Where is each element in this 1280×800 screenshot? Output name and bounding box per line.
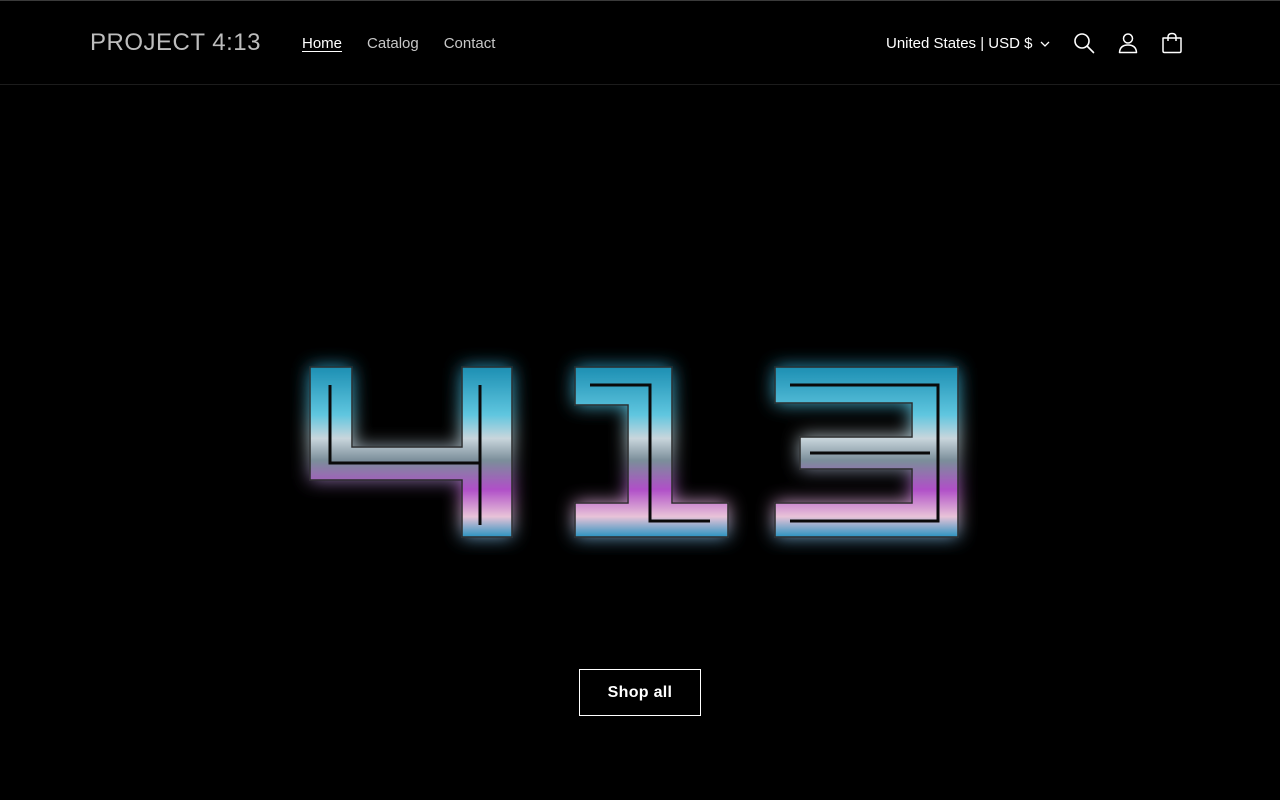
search-button[interactable] — [1071, 30, 1097, 56]
hero-glyph-4 — [309, 366, 513, 538]
chevron-down-icon — [1040, 34, 1050, 54]
shop-all-button[interactable]: Shop all — [579, 669, 701, 716]
account-icon — [1117, 32, 1139, 54]
site-header: PROJECT 4:13 Home Catalog Contact United… — [0, 0, 1280, 85]
site-logo-link[interactable]: PROJECT 4:13 — [90, 29, 261, 57]
nav-contact-link[interactable]: Contact — [444, 34, 496, 54]
page: PROJECT 4:13 Home Catalog Contact United… — [0, 0, 1280, 800]
account-button[interactable] — [1115, 30, 1141, 56]
search-icon — [1073, 32, 1095, 54]
country-currency-selector[interactable]: United States | USD $ — [886, 34, 1050, 54]
cart-button[interactable] — [1159, 30, 1185, 56]
nav-catalog-link[interactable]: Catalog — [367, 34, 419, 54]
hero-logo-image — [290, 345, 990, 555]
nav-home-link[interactable]: Home — [302, 34, 342, 54]
country-currency-label: United States | USD $ — [886, 35, 1033, 52]
main-nav: Home Catalog Contact — [302, 34, 495, 54]
cart-icon — [1161, 32, 1183, 54]
